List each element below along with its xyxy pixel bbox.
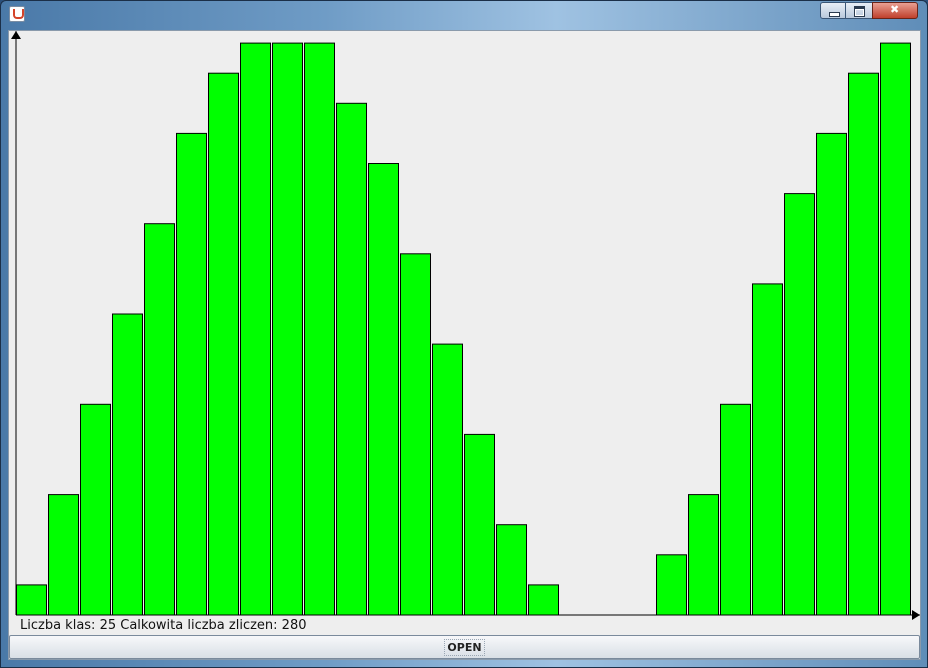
histogram-panel: Liczba klas: 25 Calkowita liczba zliczen… (8, 30, 921, 660)
histogram-bar (400, 253, 431, 616)
minimize-button[interactable] (820, 2, 846, 19)
histogram-bar (880, 42, 911, 616)
x-axis-arrow-icon (912, 610, 920, 620)
open-button[interactable]: OPEN (9, 635, 920, 659)
y-axis-arrow-icon (11, 31, 21, 39)
histogram-bar (432, 343, 463, 616)
histogram-bar (16, 584, 47, 616)
histogram-bar (48, 494, 79, 616)
histogram-bar (656, 554, 687, 616)
histogram-bar (784, 193, 815, 616)
histogram-bar (496, 524, 527, 616)
histogram-bar (304, 42, 335, 616)
histogram-bar (272, 42, 303, 616)
histogram-bar (688, 494, 719, 616)
histogram-bar (80, 403, 111, 616)
maximize-button[interactable] (845, 2, 873, 19)
bars-group (16, 42, 911, 616)
open-button-label: OPEN (444, 638, 485, 656)
histogram-bar (464, 433, 495, 616)
histogram-bar (240, 42, 271, 616)
histogram-bar (144, 223, 175, 616)
histogram-bar (336, 102, 367, 616)
histogram-bar (816, 132, 847, 616)
java-cup-icon (9, 6, 25, 22)
title-bar[interactable] (1, 1, 927, 23)
histogram-bar (720, 403, 751, 616)
histogram-bar (208, 72, 239, 616)
histogram-bar (752, 283, 783, 616)
app-window: Liczba klas: 25 Calkowita liczba zliczen… (0, 0, 928, 668)
close-button[interactable] (872, 2, 918, 19)
histogram-bar (176, 132, 207, 616)
histogram-bar (528, 584, 559, 616)
histogram-bar (368, 163, 399, 616)
status-label: Liczba klas: 25 Calkowita liczba zliczen… (20, 618, 307, 633)
histogram-chart (11, 31, 920, 620)
histogram-bar (112, 313, 143, 616)
histogram-bar (848, 72, 879, 616)
